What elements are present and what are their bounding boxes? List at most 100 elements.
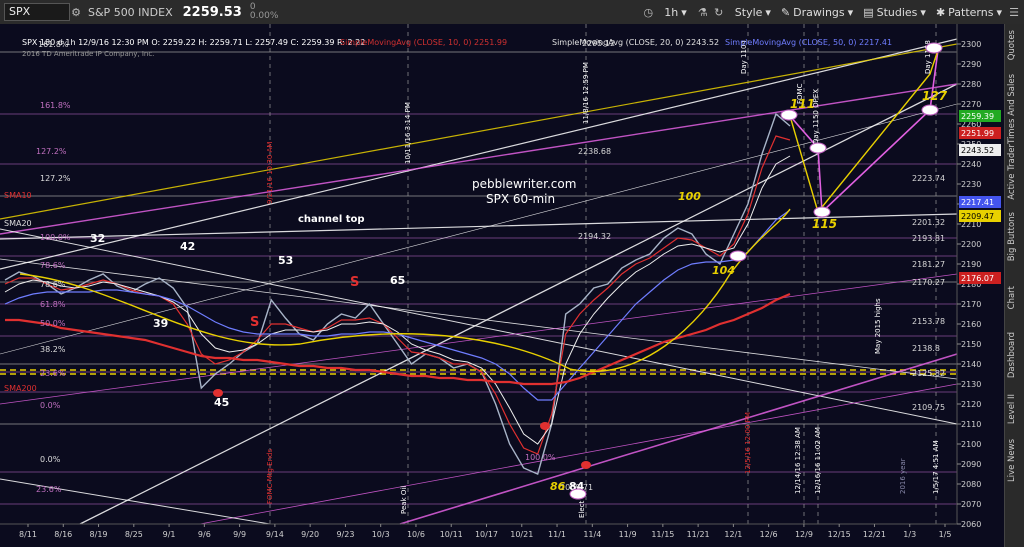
y-tick-label: 2100 — [961, 440, 981, 449]
event-label: FOMC Mtg Ends — [266, 449, 274, 504]
pattern-marker — [729, 250, 747, 262]
legend-ohlc: SPX 180 d 1h 12/9/16 12:30 PM O: 2259.22… — [22, 38, 365, 47]
x-tick-label: 11/1 — [548, 530, 566, 539]
y-tick-label: 2290 — [961, 60, 981, 69]
sidebar-tab-quotes[interactable]: Quotes — [1007, 30, 1017, 60]
annotation-label: 39 — [153, 317, 168, 330]
fib-label: 50.0% — [40, 319, 66, 328]
sidebar-tab-big-buttons[interactable]: Big Buttons — [1007, 212, 1017, 261]
level-label: 2193.81 — [912, 234, 945, 243]
level-label: 2201.32 — [912, 218, 945, 227]
level-label: 2125.82 — [912, 369, 945, 378]
fib-label: 78.6% — [40, 280, 66, 289]
pattern-marker — [925, 42, 943, 54]
price-label: 2176.07 — [961, 274, 994, 283]
annotation-label: 45 — [214, 396, 229, 409]
style-button[interactable]: Style ▾ — [735, 6, 771, 19]
patterns-button[interactable]: ✱ Patterns ▾ — [936, 6, 1002, 19]
flask-icon[interactable]: ⚗ — [697, 6, 709, 19]
y-tick-label: 2160 — [961, 320, 981, 329]
event-label: Elect — [578, 500, 586, 518]
event-label: 1/5/17 4:51 AM — [932, 440, 940, 494]
price-label: 2243.52 — [961, 146, 994, 155]
fib-label: 100.0% — [40, 233, 71, 242]
y-tick-label: 2150 — [961, 340, 981, 349]
y-tick-label: 2300 — [961, 40, 981, 49]
x-tick-label: 8/19 — [90, 530, 108, 539]
sidebar-tab-level-ii[interactable]: Level II — [1007, 394, 1017, 424]
y-tick-label: 2270 — [961, 100, 981, 109]
level-label: 2153.78 — [912, 317, 945, 326]
annotation-label: channel top — [298, 214, 365, 225]
chart-subtitle: SPX 60-min — [486, 192, 555, 206]
red-marker — [213, 389, 223, 397]
level-label: 2170.27 — [912, 278, 945, 287]
price-label: 2217.41 — [961, 198, 994, 207]
y-tick-label: 2110 — [961, 420, 981, 429]
x-tick-label: 1/5 — [939, 530, 952, 539]
fib-label: 127.2% — [36, 147, 67, 156]
level-label: 2181.27 — [912, 260, 945, 269]
studies-button[interactable]: ▤ Studies ▾ — [863, 6, 926, 19]
fib-label: 0.0% — [40, 401, 61, 410]
sidebar-tab-times-and-sales[interactable]: Times And Sales — [1007, 74, 1017, 144]
chevron-down-icon: ▾ — [681, 5, 687, 19]
symbol-input[interactable]: SPX — [4, 3, 70, 21]
menu-icon[interactable]: ☰ — [1008, 6, 1020, 19]
chart-title: pebblewriter.com — [472, 177, 576, 191]
fib-label: 100.0% — [525, 453, 556, 462]
event-label: 9/21/16 10:30 AM — [266, 142, 274, 204]
event-label: 12/14/16 12:38 AM — [794, 427, 802, 494]
x-tick-label: 12/15 — [828, 530, 851, 539]
studies-icon: ▤ — [863, 5, 874, 19]
event-label: May 2015 highs — [874, 298, 882, 354]
gear-icon[interactable]: ⚙ — [70, 6, 82, 19]
x-tick-label: 8/16 — [54, 530, 72, 539]
event-label: 2016 year — [899, 458, 907, 494]
annotation-label: 100 — [678, 190, 701, 203]
red-marker — [540, 422, 550, 430]
clock-icon[interactable]: ◷ — [642, 6, 654, 19]
x-tick-label: 10/21 — [510, 530, 533, 539]
copyright: 2016 TD Ameritrade IP Company, Inc. — [22, 50, 154, 58]
annotation-label: 42 — [180, 240, 195, 253]
annotation-label: 86 — [550, 480, 566, 493]
event-label: 11/8/16 12:59 PM — [582, 62, 590, 124]
fib-label: 61.8% — [40, 300, 66, 309]
patterns-icon: ✱ — [935, 5, 946, 19]
level-label: 2109.75 — [912, 403, 945, 412]
fib-label: 0.0% — [40, 455, 61, 464]
x-tick-label: 8/11 — [19, 530, 37, 539]
price-chart[interactable]: 2295.122238.682223.742201.322194.32 2193.… — [0, 24, 1004, 547]
interval-button[interactable]: 1h ▾ — [664, 6, 687, 19]
event-label: 12/5/16 12:00 PM — [744, 412, 752, 474]
level-label: 2138.8 — [912, 344, 940, 353]
ma-label: SMA20 — [4, 219, 32, 228]
red-marker — [581, 461, 591, 469]
drawings-button[interactable]: ✎ Drawings ▾ — [781, 6, 853, 19]
sidebar-tab-dashboard[interactable]: Dashboard — [1007, 332, 1017, 378]
annotation-label: 104 — [712, 264, 735, 277]
x-tick-label: 9/1 — [163, 530, 176, 539]
refresh-icon[interactable]: ↻ — [713, 6, 725, 19]
annotation-label: 115 — [812, 217, 837, 231]
event-label: Day 1150 OPEX — [812, 89, 820, 144]
sidebar-tab-live-news[interactable]: Live News — [1007, 439, 1017, 482]
x-tick-label: 10/17 — [475, 530, 498, 539]
level-label: 2223.74 — [912, 174, 945, 183]
event-label: Peak Oil — [400, 486, 408, 514]
annotation-label: 127 — [922, 89, 948, 103]
fib-label: 78.6% — [40, 261, 66, 270]
x-tick-label: 1/3 — [903, 530, 916, 539]
legend-sma10: SimpleMovingAvg (CLOSE, 10, 0) 2251.99 — [340, 38, 507, 47]
ma-label: SMA10 — [4, 191, 32, 200]
pencil-icon: ✎ — [780, 5, 791, 19]
symbol-name: S&P 500 INDEX — [88, 5, 173, 19]
sidebar-tab-active-trader[interactable]: Active Trader — [1007, 144, 1017, 200]
x-tick-label: 8/25 — [125, 530, 143, 539]
y-tick-label: 2170 — [961, 300, 981, 309]
sidebar-tab-chart[interactable]: Chart — [1007, 286, 1017, 309]
annotation-label: S — [250, 315, 259, 330]
level-label: 2194.32 — [578, 232, 611, 241]
x-tick-label: 11/21 — [687, 530, 710, 539]
